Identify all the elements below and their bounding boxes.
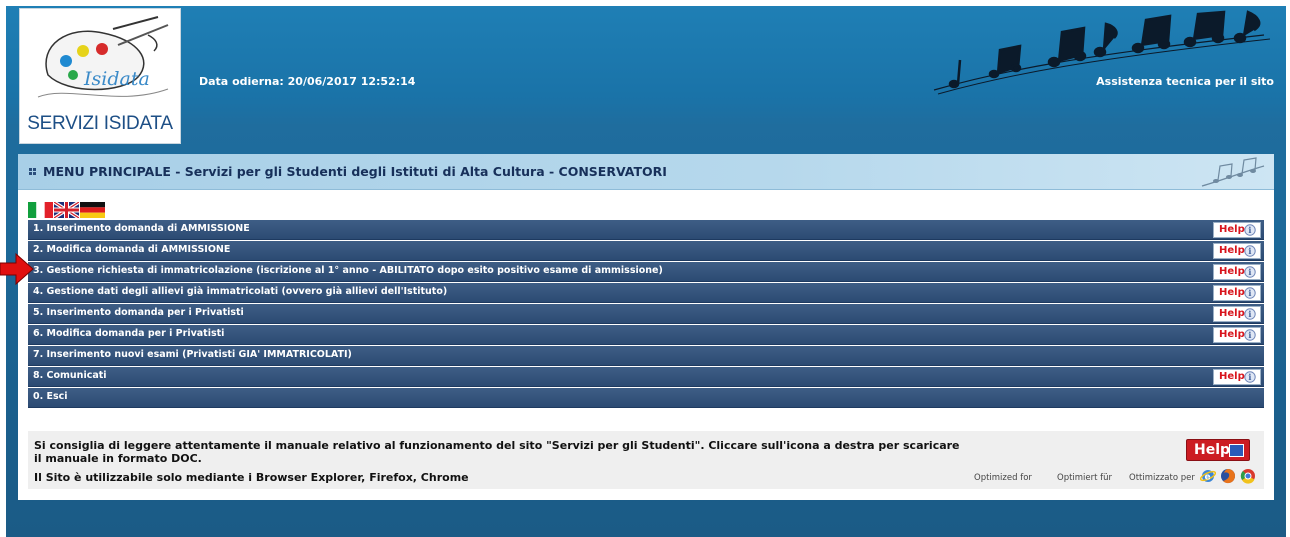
browser-note: Il Sito è utilizzabile solo mediante i B…	[34, 471, 469, 484]
svg-text:i: i	[1248, 309, 1251, 319]
menu-item-label: 8. Comunicati	[33, 370, 107, 381]
menu-item-modifica-ammissione[interactable]: 2. Modifica domanda di AMMISSIONE Help i	[28, 241, 1264, 261]
logo-caption: SERVIZI ISIDATA	[27, 113, 173, 134]
word-doc-icon	[1229, 444, 1244, 457]
svg-text:i: i	[1248, 246, 1251, 256]
info-icon: i	[1244, 308, 1256, 320]
panel-header: MENU PRINCIPALE - Servizi per gli Studen…	[18, 154, 1274, 190]
svg-text:i: i	[1248, 372, 1251, 382]
manual-note: Si consiglia di leggere attentamente il …	[34, 439, 960, 465]
menu-item-label: 5. Inserimento domanda per i Privatisti	[33, 307, 244, 318]
chrome-icon[interactable]	[1240, 468, 1256, 484]
svg-text:e: e	[1205, 473, 1211, 483]
menu-item-label: 2. Modifica domanda di AMMISSIONE	[33, 244, 231, 255]
flag-uk[interactable]	[54, 202, 79, 218]
svg-text:Isidata: Isidata	[83, 68, 150, 90]
info-icon: i	[1244, 371, 1256, 383]
footer-info: Si consiglia di leggere attentamente il …	[28, 431, 1264, 489]
help-button[interactable]: Help i	[1213, 306, 1261, 322]
red-arrow-pointer	[0, 253, 34, 285]
menu-item-immatricolazione[interactable]: 3. Gestione richiesta di immatricolazion…	[28, 262, 1264, 282]
menu-item-label: 7. Inserimento nuovi esami (Privatisti G…	[33, 349, 352, 360]
help-button[interactable]: Help i	[1213, 285, 1261, 301]
help-manual-button[interactable]: Help	[1186, 439, 1250, 461]
menu-item-label: 6. Modifica domanda per i Privatisti	[33, 328, 225, 339]
page-background: Isidata SERVIZI ISIDATA Data odierna: 20…	[6, 6, 1286, 537]
current-date: Data odierna: 20/06/2017 12:52:14	[199, 75, 416, 88]
info-icon: i	[1244, 329, 1256, 341]
menu-item-label: 0. Esci	[33, 391, 68, 402]
menu-item-gestione-allievi[interactable]: 4. Gestione dati degli allievi già immat…	[28, 283, 1264, 303]
menu-item-esci[interactable]: 0. Esci	[28, 388, 1264, 408]
svg-text:i: i	[1248, 267, 1251, 277]
menu-item-inserimento-privatisti[interactable]: 5. Inserimento domanda per i Privatisti …	[28, 304, 1264, 324]
menu-item-inserimento-ammissione[interactable]: 1. Inserimento domanda di AMMISSIONE Hel…	[28, 220, 1264, 240]
language-flags	[28, 202, 106, 218]
panel-title: MENU PRINCIPALE - Servizi per gli Studen…	[43, 164, 667, 179]
help-button[interactable]: Help i	[1213, 264, 1261, 280]
info-icon: i	[1244, 245, 1256, 257]
svg-text:i: i	[1248, 225, 1251, 235]
logo[interactable]: Isidata SERVIZI ISIDATA	[19, 8, 181, 144]
music-notes-icon	[1201, 157, 1265, 187]
grid-bullet-icon	[29, 168, 36, 175]
internet-explorer-icon[interactable]: e	[1200, 468, 1216, 484]
info-icon: i	[1244, 224, 1256, 236]
menu-list: 1. Inserimento domanda di AMMISSIONE Hel…	[28, 220, 1264, 409]
help-button[interactable]: Help i	[1213, 222, 1261, 238]
menu-item-comunicati[interactable]: 8. Comunicati Help i	[28, 367, 1264, 387]
optimiert-fur-label: Optimiert für	[1057, 473, 1113, 483]
flag-germany[interactable]	[80, 202, 105, 218]
technical-support-link[interactable]: Assistenza tecnica per il sito	[1096, 75, 1274, 88]
svg-text:i: i	[1248, 288, 1251, 298]
optimized-for-label: Optimized for	[974, 473, 1032, 483]
firefox-icon[interactable]	[1220, 468, 1236, 484]
logo-illustration: Isidata	[37, 16, 169, 98]
menu-item-label: 1. Inserimento domanda di AMMISSIONE	[33, 223, 250, 234]
menu-item-modifica-privatisti[interactable]: 6. Modifica domanda per i Privatisti Hel…	[28, 325, 1264, 345]
flag-italy[interactable]	[28, 202, 53, 218]
ottimizzato-per-label: Ottimizzato per	[1129, 473, 1195, 483]
menu-item-nuovi-esami[interactable]: 7. Inserimento nuovi esami (Privatisti G…	[28, 346, 1264, 366]
help-button[interactable]: Help i	[1213, 243, 1261, 259]
help-button[interactable]: Help i	[1213, 369, 1261, 385]
help-button[interactable]: Help i	[1213, 327, 1261, 343]
menu-item-label: 4. Gestione dati degli allievi già immat…	[33, 286, 448, 297]
svg-text:i: i	[1248, 330, 1251, 340]
info-icon: i	[1244, 287, 1256, 299]
menu-item-label: 3. Gestione richiesta di immatricolazion…	[33, 265, 663, 276]
info-icon: i	[1244, 266, 1256, 278]
main-menu-panel: MENU PRINCIPALE - Servizi per gli Studen…	[18, 154, 1274, 500]
